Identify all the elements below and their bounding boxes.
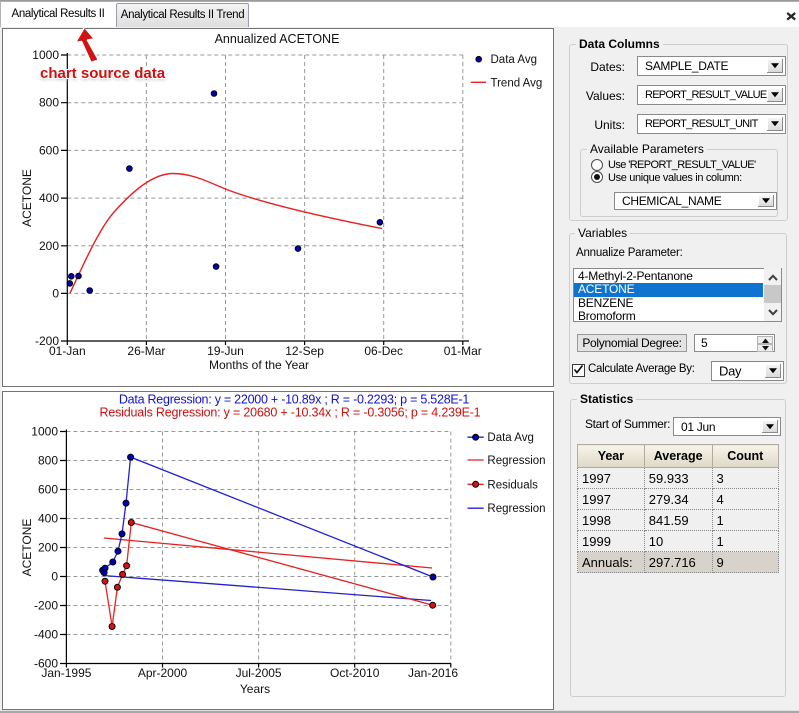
svg-text:0: 0 <box>52 286 59 300</box>
svg-text:0: 0 <box>51 570 58 584</box>
svg-text:Annualized ACETONE: Annualized ACETONE <box>215 32 340 46</box>
svg-text:Jan-2016: Jan-2016 <box>408 666 458 680</box>
svg-text:19-Jun: 19-Jun <box>207 344 244 358</box>
svg-text:600: 600 <box>39 143 59 157</box>
svg-text:800: 800 <box>38 454 58 468</box>
svg-text:Years: Years <box>240 682 270 696</box>
svg-text:01-Jan: 01-Jan <box>49 344 86 358</box>
svg-text:Residuals Regression: y = 2068: Residuals Regression: y = 20680 + -10.34… <box>100 406 481 420</box>
svg-text:Apr-2000: Apr-2000 <box>138 666 188 680</box>
svg-text:Jan-1995: Jan-1995 <box>41 666 91 680</box>
svg-text:400: 400 <box>39 191 59 205</box>
svg-text:26-Mar: 26-Mar <box>127 344 165 358</box>
svg-text:200: 200 <box>39 239 59 253</box>
svg-text:Jul-2005: Jul-2005 <box>236 666 282 680</box>
svg-text:Regression: Regression <box>487 455 545 467</box>
svg-text:06-Dec: 06-Dec <box>364 344 403 358</box>
svg-text:Data Avg: Data Avg <box>491 54 537 66</box>
svg-text:Oct-2010: Oct-2010 <box>330 666 380 680</box>
svg-text:800: 800 <box>39 96 59 110</box>
svg-text:Data Regression: y = 22000 + -: Data Regression: y = 22000 + -10.89x ; R… <box>119 393 470 407</box>
svg-text:ACETONE: ACETONE <box>20 169 34 227</box>
svg-text:400: 400 <box>38 512 58 526</box>
svg-text:01-Mar: 01-Mar <box>444 344 482 358</box>
svg-text:Months of the Year: Months of the Year <box>209 358 309 372</box>
svg-text:Trend Avg: Trend Avg <box>491 77 543 89</box>
svg-text:-400: -400 <box>34 628 58 642</box>
svg-text:1000: 1000 <box>31 425 58 439</box>
svg-text:600: 600 <box>38 483 58 497</box>
svg-text:ACETONE: ACETONE <box>20 519 34 577</box>
svg-text:Residuals: Residuals <box>487 479 538 491</box>
svg-text:Regression: Regression <box>487 503 545 515</box>
svg-text:200: 200 <box>38 541 58 555</box>
svg-text:-200: -200 <box>34 599 58 613</box>
svg-text:Data Avg: Data Avg <box>487 432 533 444</box>
svg-text:1000: 1000 <box>32 48 59 62</box>
svg-text:12-Sep: 12-Sep <box>285 344 324 358</box>
